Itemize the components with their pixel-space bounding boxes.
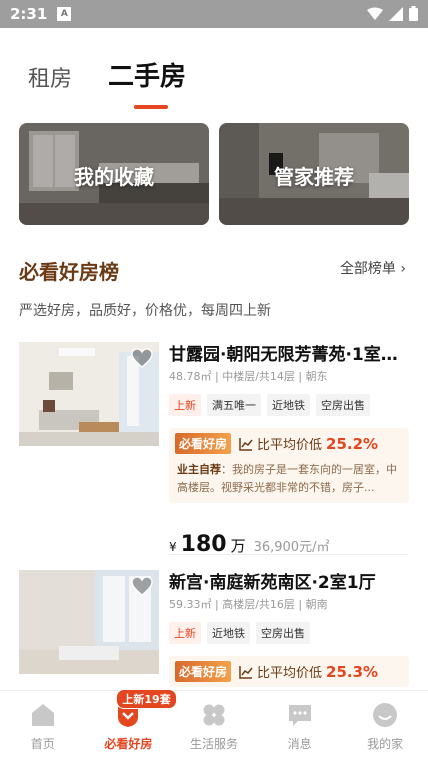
ranking-title: 必看好房榜: [19, 260, 119, 284]
status-time: 2:31: [10, 5, 48, 23]
new-count-badge: 上新19套: [116, 689, 177, 709]
wifi-icon: [367, 7, 383, 20]
nav-home-label: 首页: [30, 737, 55, 751]
recommend-banner-label: 管家推荐: [274, 165, 354, 189]
price-compare-label: 比平均价低: [257, 438, 323, 453]
tab-rent[interactable]: 租房: [28, 61, 72, 93]
listing-orientation: 朝南: [305, 598, 328, 611]
listing-meta: 59.33㎡ | 高楼层/共16层 | 朝南: [169, 598, 328, 611]
recommend-banner[interactable]: 管家推荐: [219, 123, 409, 225]
nav-must-see-label: 必看好房: [104, 737, 153, 751]
recommend-box: 必看好房 比平均价低 25.3%: [169, 656, 409, 687]
nav-home[interactable]: 首页: [0, 691, 86, 760]
listing-floor: 中楼层/共14层: [222, 370, 295, 383]
unit-price: 36,900元/㎡: [253, 540, 330, 555]
listing-area: 48.78㎡: [169, 370, 212, 383]
owner-recommendation: 业主自荐：我的房子是一套东向的一居室，中高楼层。视野采光都非常的不错，房子...: [169, 459, 409, 503]
price-compare: 比平均价低 25.3%: [239, 662, 378, 681]
tag: 满五唯一: [207, 394, 261, 416]
nav-services-label: 生活服务: [189, 737, 238, 751]
listing-title: 甘露园·朝阳无限芳菁苑·1室1厅: [169, 345, 409, 365]
all-rankings-label: 全部榜单: [339, 261, 396, 277]
profile-icon: [373, 703, 398, 727]
trend-chart-icon: [239, 437, 253, 451]
tab-second-hand[interactable]: 二手房: [108, 56, 186, 109]
tag: 空房出售: [316, 394, 370, 416]
signal-icon: [389, 6, 403, 21]
status-bar: 2:31 A: [0, 0, 428, 28]
nav-must-see[interactable]: 上新19套 必看好房: [86, 689, 177, 760]
tag: 近地铁: [267, 394, 310, 416]
trend-chart-icon: [239, 665, 253, 679]
divider: [169, 554, 408, 555]
tag: 空房出售: [256, 622, 310, 644]
recommend-box: 必看好房 比平均价低 25.2% 业主自荐：我的房子是一套东向的一居室，中高楼层。…: [169, 428, 409, 503]
must-see-badge: 必看好房: [175, 661, 232, 682]
favorites-banner[interactable]: 我的收藏: [19, 123, 209, 225]
listing-orientation: 朝东: [305, 370, 328, 383]
message-icon: [288, 705, 311, 726]
tag-new: 上新: [169, 622, 201, 644]
all-rankings-link[interactable]: 全部榜单 ›: [340, 258, 406, 278]
nav-profile[interactable]: 我的家: [342, 691, 428, 760]
listing-card[interactable]: 甘露园·朝阳无限芳菁苑·1室1厅 48.78㎡ | 中楼层/共14层 | 朝东 …: [19, 342, 411, 557]
bottom-nav: 首页 上新19套 必看好房 生活服务 消息 我的家: [0, 689, 428, 760]
price-compare-label: 比平均价低: [257, 666, 323, 681]
listing-photo: [19, 570, 159, 674]
listing-title: 新宫·南庭新苑南区·2室1厅: [169, 573, 376, 593]
tag: 近地铁: [207, 622, 250, 644]
ranking-subtitle: 严选好房，品质好，价格优，每周四上新: [19, 303, 271, 319]
sim-icon: A: [57, 7, 72, 21]
favorite-heart-icon[interactable]: [131, 576, 153, 596]
home-icon: [31, 704, 54, 726]
favorite-heart-icon[interactable]: [131, 348, 153, 368]
price-compare: 比平均价低 25.2%: [239, 434, 378, 453]
listing-photo: [19, 342, 159, 446]
nav-messages-label: 消息: [287, 737, 312, 751]
listing-floor: 高楼层/共16层: [222, 598, 295, 611]
listing-tags: 上新 满五唯一 近地铁 空房出售: [169, 394, 370, 416]
services-icon: [203, 704, 225, 726]
nav-services[interactable]: 生活服务: [171, 691, 257, 760]
top-tabs: 租房 二手房: [28, 56, 186, 109]
chevron-right-icon: ›: [400, 261, 406, 277]
price-symbol: ¥: [169, 540, 177, 554]
tag-new: 上新: [169, 394, 201, 416]
nav-profile-label: 我的家: [367, 737, 404, 751]
price-unit: 万: [230, 537, 246, 555]
must-see-badge: 必看好房: [175, 433, 232, 454]
listing-card[interactable]: 新宫·南庭新苑南区·2室1厅 59.33㎡ | 高楼层/共16层 | 朝南 上新…: [19, 570, 411, 690]
listing-tags: 上新 近地铁 空房出售: [169, 622, 310, 644]
battery-icon: [409, 6, 418, 21]
owner-label: 业主自荐: [177, 463, 221, 476]
favorites-banner-label: 我的收藏: [74, 165, 154, 189]
nav-messages[interactable]: 消息: [257, 691, 343, 760]
listing-meta: 48.78㎡ | 中楼层/共14层 | 朝东: [169, 370, 328, 383]
price-compare-value: 25.3%: [326, 662, 379, 681]
price-compare-value: 25.2%: [326, 434, 379, 453]
listing-area: 59.33㎡: [169, 598, 212, 611]
